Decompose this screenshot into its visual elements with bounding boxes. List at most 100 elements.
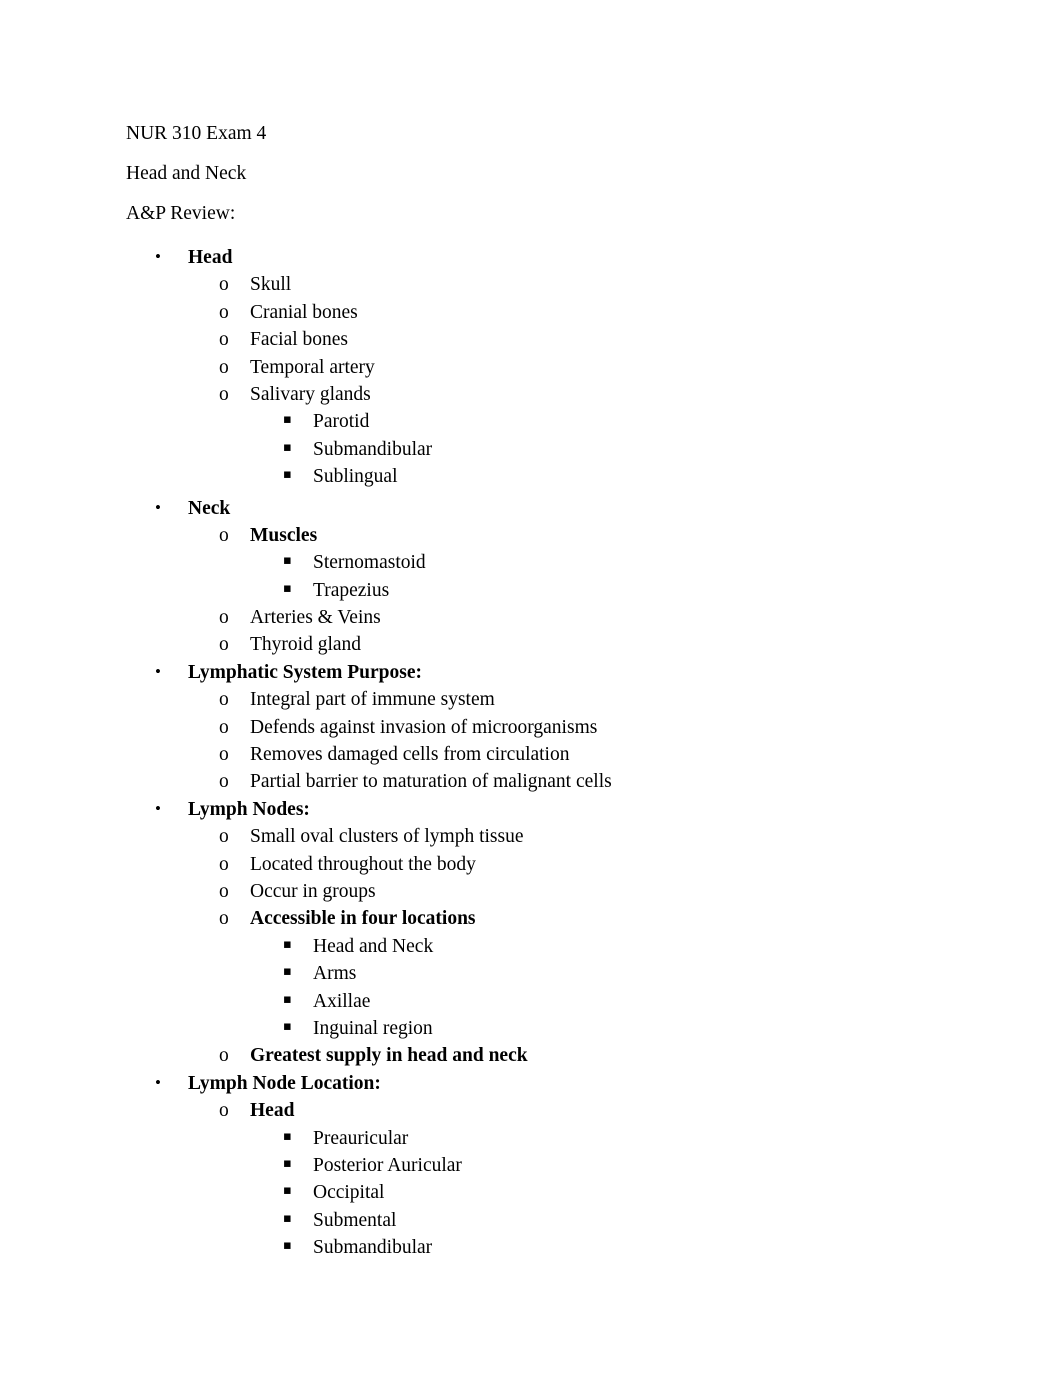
outline-item-level-1: • Neck [0, 495, 1062, 522]
outline-item-level-3: ▪ Head and Neck [0, 933, 1062, 960]
list-marker-level-3-icon: ▪ [283, 1238, 292, 1254]
list-marker-level-2-icon: o [219, 744, 229, 766]
outline-item-label: Trapezius [313, 579, 390, 601]
list-marker-level-3-icon: ▪ [283, 412, 292, 428]
outline-item-label: Posterior Auricular [313, 1154, 462, 1176]
document-header: NUR 310 Exam 4 Head and Neck A&P Review: [126, 122, 946, 242]
outline-item-label: Lymphatic System Purpose: [188, 661, 422, 683]
outline-item-level-3: ▪ Preauricular [0, 1125, 1062, 1152]
outline-item-level-3: ▪ Arms [0, 960, 1062, 987]
outline-item-level-2: o Muscles [0, 522, 1062, 549]
outline-item-level-3: ▪ Occipital [0, 1179, 1062, 1206]
list-marker-level-2-icon: o [219, 880, 229, 902]
outline-item-label: Thyroid gland [250, 634, 362, 656]
list-marker-level-2-icon: o [219, 908, 229, 930]
list-marker-level-2-icon: o [219, 771, 229, 793]
outline-item-label: Salivary glands [250, 383, 371, 405]
outline-item-level-2: o Defends against invasion of microorgani… [0, 714, 1062, 741]
outline-item-label: Facial bones [250, 329, 349, 351]
outline-item-label: Head [250, 1100, 295, 1122]
outline-item-label: Parotid [313, 411, 370, 433]
section-heading: A&P Review: [126, 203, 236, 224]
outline-item-level-2: o Skull [0, 271, 1062, 298]
list-marker-level-3-icon: ▪ [283, 936, 292, 952]
list-marker-level-2-icon: o [219, 853, 229, 875]
list-marker-level-2-icon: o [219, 689, 229, 711]
outline-item-label: Muscles [250, 524, 318, 546]
outline-item-level-2: o Greatest supply in head and neck [0, 1042, 1062, 1069]
outline-item-level-3: ▪ Submandibular [0, 436, 1062, 463]
outline-item-level-2: o Temporal artery [0, 354, 1062, 381]
list-marker-level-2-icon: o [219, 383, 229, 405]
outline-item-label: Removes damaged cells from circulation [250, 744, 570, 766]
outline-item-level-2: o Thyroid gland [0, 631, 1062, 658]
outline-item-label: Head [188, 247, 233, 268]
outline-item-label: Located throughout the body [250, 853, 476, 875]
outline-item-label: Defends against invasion of microorganis… [250, 716, 598, 738]
outline-item-label: Small oval clusters of lymph tissue [250, 826, 524, 848]
list-marker-level-1-icon: • [155, 497, 161, 517]
list-marker-level-2-icon: o [219, 634, 229, 656]
outline-item-level-2: o Cranial bones [0, 299, 1062, 326]
outline-item-level-2: o Removes damaged cells from circulation [0, 741, 1062, 768]
outline-item-label: Lymph Node Location: [188, 1072, 381, 1094]
list-marker-level-3-icon: ▪ [283, 580, 292, 596]
list-marker-level-2-icon: o [219, 301, 229, 323]
list-marker-level-3-icon: ▪ [283, 439, 292, 455]
list-marker-level-1-icon: • [155, 1072, 161, 1092]
outline-item-level-1: • Lymphatic System Purpose: [0, 659, 1062, 686]
list-marker-level-2-icon: o [219, 524, 229, 546]
outline-item-level-1: • Lymph Node Location: [0, 1070, 1062, 1097]
outline-item-label: Occur in groups [250, 880, 376, 902]
outline-item-label: Greatest supply in head and neck [250, 1045, 528, 1067]
outline-item-label: Submental [313, 1209, 397, 1231]
outline-item-label: Submandibular [313, 438, 433, 460]
outline-item-level-2: o Partial barrier to maturation of malign… [0, 768, 1062, 795]
outline-item-level-3: ▪ Trapezius [0, 577, 1062, 604]
list-marker-level-2-icon: o [219, 329, 229, 351]
outline-item-label: Neck [188, 497, 231, 519]
outline-item-label: Inguinal region [313, 1017, 433, 1039]
outline-item-label: Head and Neck [313, 935, 434, 957]
list-marker-level-3-icon: ▪ [283, 1128, 292, 1144]
list-marker-level-3-icon: ▪ [283, 1210, 292, 1226]
outline-item-level-2: o Facial bones [0, 326, 1062, 353]
outline-item-level-2: o Small oval clusters of lymph tissue [0, 823, 1062, 850]
document-title: NUR 310 Exam 4 [126, 123, 267, 144]
outline-item-level-3: ▪ Inguinal region [0, 1015, 1062, 1042]
list-marker-level-2-icon: o [219, 826, 229, 848]
list-marker-level-1-icon: • [155, 798, 161, 818]
list-marker-level-2-icon: o [219, 1045, 229, 1067]
outline-item-level-3: ▪ Sublingual [0, 463, 1062, 490]
list-marker-level-2-icon: o [219, 356, 229, 378]
list-marker-level-2-icon: o [219, 607, 229, 629]
list-marker-level-3-icon: ▪ [283, 1018, 292, 1034]
outline-item-level-2: o Arteries & Veins [0, 604, 1062, 631]
outline-item-label: Lymph Nodes: [188, 798, 310, 820]
list-marker-level-3-icon: ▪ [283, 1155, 292, 1171]
outline-item-level-3: ▪ Submandibular [0, 1234, 1062, 1261]
outline-item-label: Accessible in four locations [250, 908, 476, 930]
outline-item-level-1: • Lymph Nodes: [0, 796, 1062, 823]
outline-item-level-3: ▪ Sternomastoid [0, 549, 1062, 576]
outline-item-label: Temporal artery [250, 356, 375, 378]
outline-item-level-1: • Head [0, 244, 1062, 271]
list-marker-level-1-icon: • [155, 661, 161, 681]
list-marker-level-2-icon: o [219, 1100, 229, 1122]
outline-item-level-3: ▪ Submental [0, 1207, 1062, 1234]
list-marker-level-1-icon: • [155, 247, 161, 266]
list-marker-level-2-icon: o [219, 716, 229, 738]
outline-item-label: Occipital [313, 1182, 385, 1204]
outline-item-level-3: ▪ Parotid [0, 408, 1062, 435]
outline-item-level-3: ▪ Axillae [0, 988, 1062, 1015]
outline-item-label: Submandibular [313, 1237, 433, 1259]
outline-item-level-2: o Accessible in four locations [0, 905, 1062, 932]
list-marker-level-3-icon: ▪ [283, 553, 292, 569]
outline-item-label: Skull [250, 274, 292, 296]
outline-item-label: Preauricular [313, 1127, 409, 1149]
outline-item-label: Partial barrier to maturation of maligna… [250, 771, 612, 793]
outline-item-level-2: o Located throughout the body [0, 851, 1062, 878]
outline-item-level-2: o Head [0, 1097, 1062, 1124]
outline-item-label: Cranial bones [250, 301, 358, 323]
list-marker-level-3-icon: ▪ [283, 1183, 292, 1199]
